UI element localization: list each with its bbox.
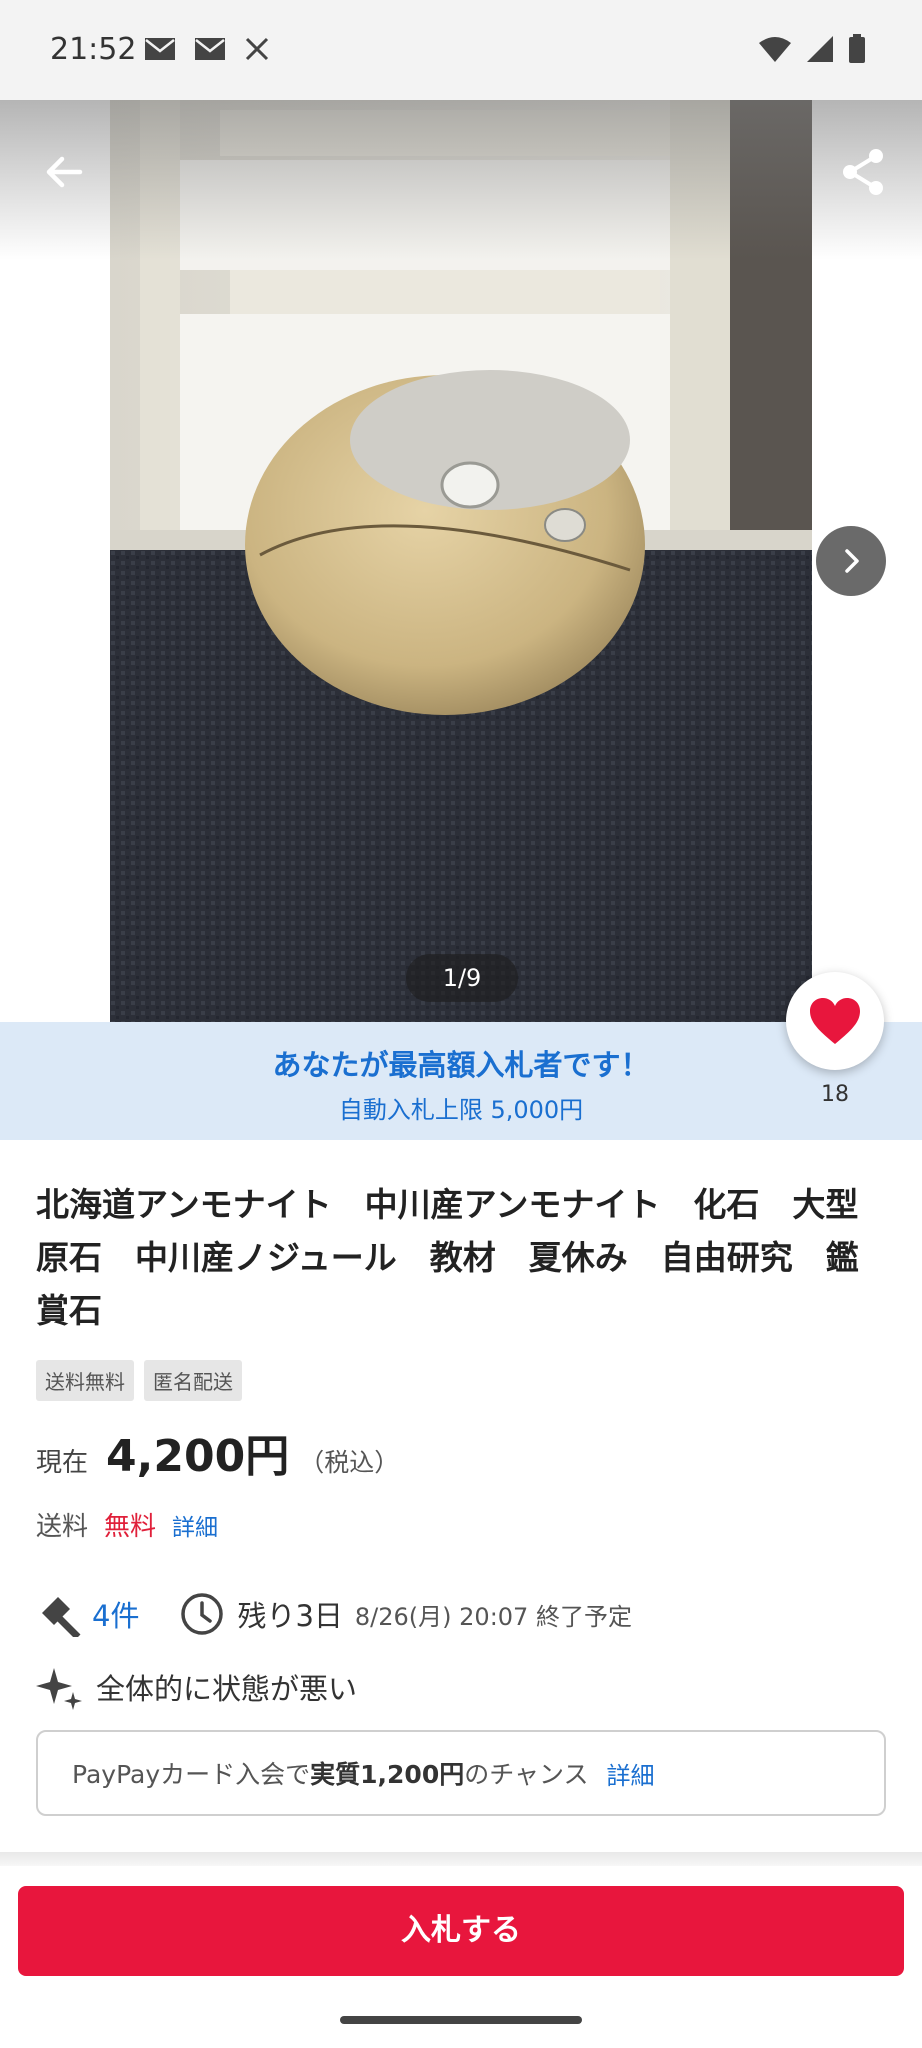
- x-icon: [245, 37, 269, 61]
- auto-bid-limit: 自動入札上限 5,000円: [338, 1096, 584, 1124]
- chevron-right-icon: [845, 549, 859, 573]
- back-button[interactable]: [36, 144, 92, 200]
- tax-note: （税込）: [299, 1448, 400, 1477]
- favorite-button[interactable]: [786, 972, 884, 1070]
- arrow-left-icon: [46, 156, 83, 188]
- sparkle-icon: [36, 1668, 82, 1710]
- system-icons: [758, 34, 866, 64]
- gavel-icon: [42, 1597, 81, 1637]
- end-date: 8/26(月) 20:07 終了予定: [354, 1602, 632, 1631]
- promo-suffix: のチャンス: [464, 1760, 589, 1789]
- shipping-value: 無料: [104, 1512, 157, 1542]
- battery-icon: [849, 34, 865, 63]
- divider: [0, 1852, 922, 1866]
- auction-info-row: 4件 残り3日 8/26(月) 20:07 終了予定: [36, 1588, 632, 1640]
- condition-row: 全体的に状態が悪い: [36, 1662, 357, 1712]
- status-time: 21:52: [50, 32, 137, 67]
- promo-prefix: PayPayカード入会で: [72, 1760, 311, 1789]
- image-page-counter: 1/9: [406, 954, 518, 1002]
- shipping-row: 送料 無料 詳細: [36, 1506, 218, 1543]
- paypay-card-promo[interactable]: PayPayカード入会で 実質1,200円 のチャンス 詳細: [36, 1730, 886, 1816]
- wifi-icon: [759, 37, 791, 62]
- price-label: 現在: [36, 1448, 89, 1478]
- promo-detail-link[interactable]: 詳細: [606, 1756, 654, 1791]
- shipping-label: 送料: [36, 1512, 89, 1542]
- tag-anonymous-delivery: 匿名配送: [144, 1360, 242, 1401]
- heart-icon: [810, 998, 860, 1044]
- clock-icon: [181, 1593, 224, 1635]
- price-row: 現在 4,200円 （税込）: [36, 1420, 399, 1484]
- highest-bidder-title: あなたが最高額入札者です！: [272, 1048, 650, 1082]
- current-price: 4,200円: [106, 1431, 290, 1482]
- shipping-detail-link[interactable]: 詳細: [172, 1508, 218, 1542]
- share-icon: [843, 149, 883, 195]
- header-overlay: [0, 100, 922, 260]
- time-remaining: 残り3日: [237, 1599, 343, 1633]
- item-tags: 送料無料 匿名配送: [36, 1360, 242, 1401]
- tag-free-shipping: 送料無料: [36, 1360, 134, 1401]
- status-bar: 21:52: [0, 0, 922, 100]
- highest-bidder-banner: あなたが最高額入札者です！ 自動入札上限 5,000円: [0, 1022, 922, 1140]
- share-button[interactable]: [836, 144, 892, 200]
- mail-icon: [145, 38, 175, 60]
- promo-amount: 実質1,200円: [310, 1760, 465, 1789]
- item-condition: 全体的に状態が悪い: [96, 1672, 358, 1706]
- next-image-button[interactable]: [816, 526, 886, 596]
- notification-icons: [144, 36, 270, 62]
- image-gallery[interactable]: 1/9: [0, 100, 922, 1022]
- bid-button[interactable]: 入札する: [18, 1886, 904, 1976]
- signal-icon: [807, 36, 833, 62]
- item-title: 北海道アンモナイト 中川産アンモナイト 化石 大型原石 中川産ノジュール 教材 …: [36, 1185, 859, 1330]
- bid-count-link[interactable]: 4件: [92, 1593, 139, 1635]
- favorite-count: 18: [821, 1082, 849, 1107]
- mail-icon: [195, 38, 225, 60]
- home-indicator[interactable]: [340, 2016, 582, 2024]
